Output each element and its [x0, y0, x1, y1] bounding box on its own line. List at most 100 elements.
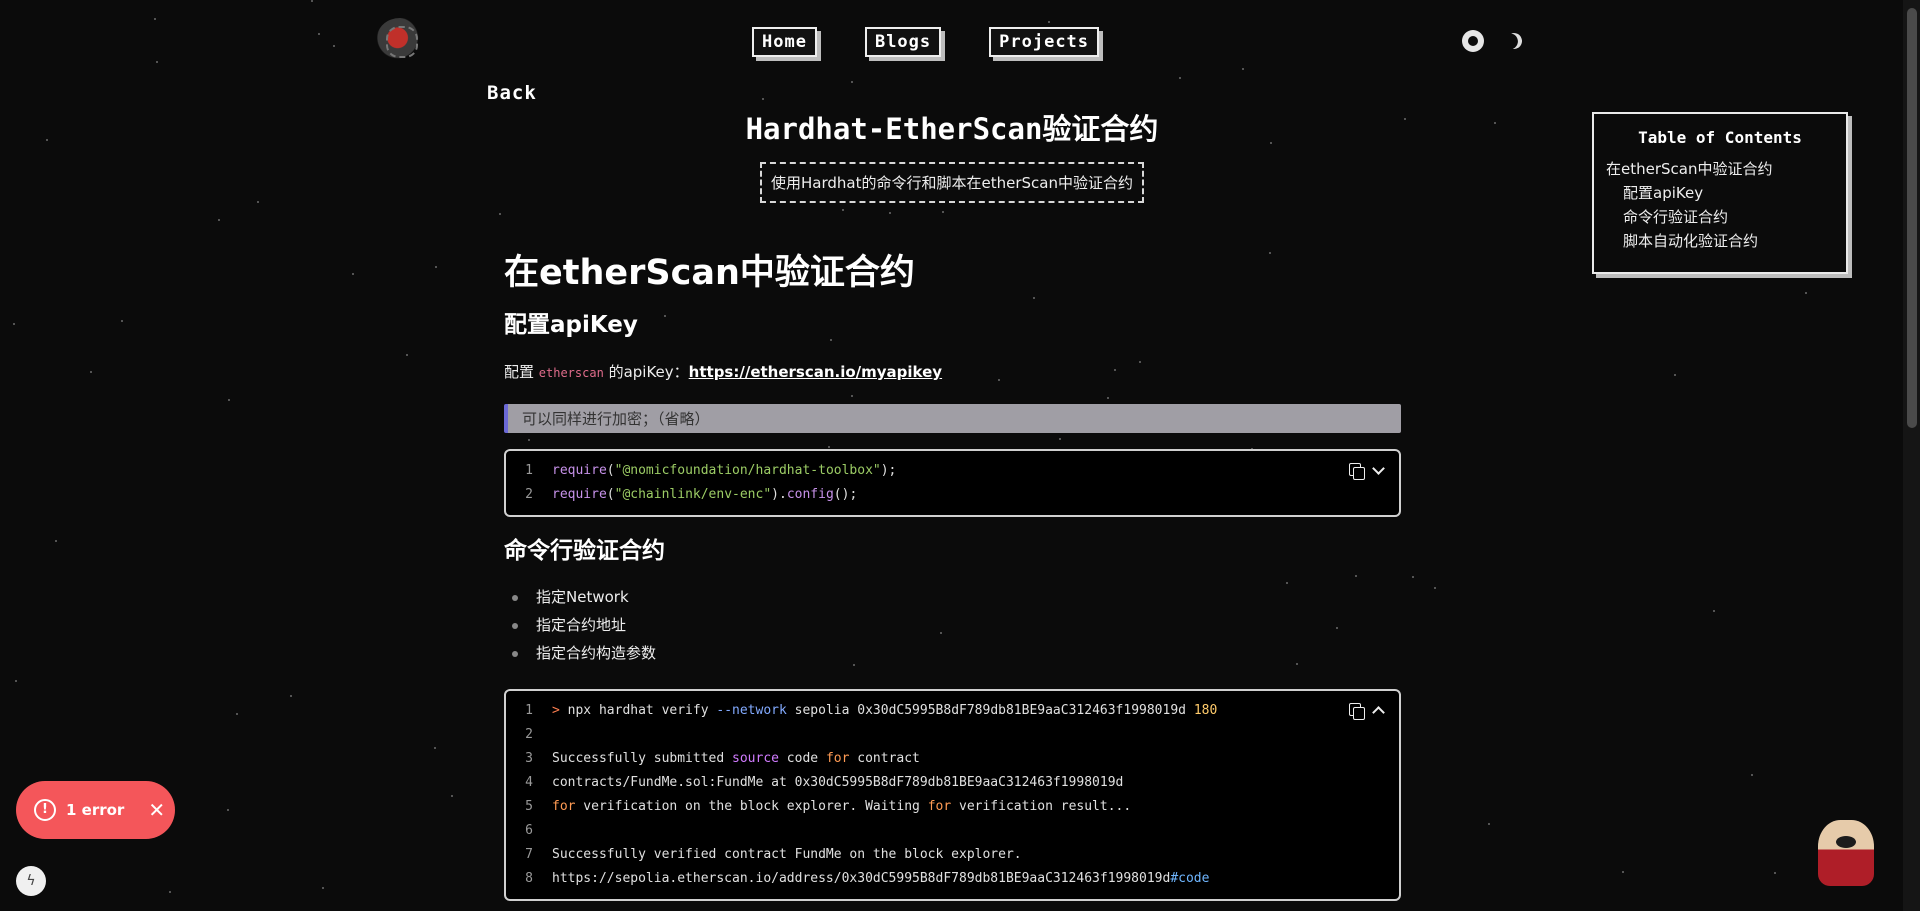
- line-number: 6: [525, 823, 533, 838]
- error-icon: !: [34, 799, 56, 821]
- list-item: 指定Network: [504, 583, 1401, 611]
- star: [352, 273, 354, 275]
- section-heading-apikey: 配置apiKey: [504, 312, 638, 338]
- copy-icon[interactable]: [1349, 463, 1365, 480]
- star: [842, 209, 844, 211]
- star: [1404, 118, 1406, 120]
- star: [55, 540, 57, 542]
- star: [290, 695, 292, 697]
- code-block-verify: 1 > npx hardhat verify --network sepolia …: [504, 689, 1401, 901]
- list-item: 指定合约地址: [504, 611, 1401, 639]
- code-block-require: 1 require("@nomicfoundation/hardhat-toolb…: [504, 449, 1401, 517]
- star: [218, 219, 220, 221]
- code-line: 1 require("@nomicfoundation/hardhat-toolb…: [506, 459, 1399, 483]
- para-prefix: 配置: [504, 363, 539, 381]
- list-item: 指定合约构造参数: [504, 639, 1401, 667]
- bullet-list: 指定Network 指定合约地址 指定合约构造参数: [504, 583, 1401, 667]
- bolt-icon[interactable]: ϟ: [16, 866, 46, 896]
- copy-icon[interactable]: [1349, 703, 1365, 720]
- line-number: 2: [525, 727, 533, 742]
- error-label: 1 error: [66, 801, 125, 819]
- star: [1488, 823, 1490, 825]
- code-actions: [1349, 462, 1385, 480]
- line-number: 8: [525, 871, 533, 886]
- article: 在etherScan中验证合约 配置apiKey 配置 etherscan 的a…: [504, 244, 1401, 901]
- article-heading: 在etherScan中验证合约: [504, 253, 915, 293]
- scrollbar-thumb[interactable]: [1907, 8, 1917, 428]
- inline-code: etherscan: [538, 366, 604, 380]
- star: [236, 713, 238, 715]
- line-number: 1: [525, 703, 533, 718]
- title-block: Hardhat-EtherScan验证合约 使用Hardhat的命令行和脚本在e…: [504, 106, 1400, 203]
- star: [1622, 871, 1624, 873]
- star: [434, 747, 436, 749]
- code-actions: [1349, 703, 1385, 720]
- star: [1805, 292, 1807, 294]
- star: [311, 0, 313, 2]
- toc-title: Table of Contents: [1638, 128, 1802, 147]
- star: [1412, 576, 1414, 578]
- chevron-up-icon[interactable]: [1372, 706, 1385, 719]
- star: [499, 213, 501, 215]
- page-subtitle: 使用Hardhat的命令行和脚本在etherScan中验证合约: [760, 162, 1144, 203]
- back-link[interactable]: Back: [487, 82, 537, 104]
- star: [15, 680, 17, 682]
- star: [406, 354, 408, 356]
- star: [228, 399, 230, 401]
- nav-blogs-button[interactable]: Blogs: [864, 27, 942, 57]
- blockquote: 可以同样进行加密；（省略）: [504, 404, 1401, 433]
- error-toast[interactable]: ! 1 error ✕: [16, 781, 175, 839]
- star: [1774, 872, 1776, 874]
- code-line: 8 https://sepolia.etherscan.io/address/0x…: [506, 867, 1399, 891]
- code-line: 2: [506, 723, 1399, 747]
- header-icons: [1462, 30, 1522, 52]
- para-middle: 的apiKey：: [603, 363, 689, 381]
- code-line: 5 for verification on the block explorer.…: [506, 795, 1399, 819]
- toc-item-apikey[interactable]: 配置apiKey: [1606, 181, 1834, 205]
- star: [154, 18, 156, 20]
- star: [13, 323, 15, 325]
- star: [227, 809, 229, 811]
- nav-projects-button[interactable]: Projects: [989, 27, 1100, 57]
- mascot-image: [1818, 820, 1874, 886]
- star: [121, 320, 123, 322]
- main-nav: Home Blogs Projects: [752, 27, 1100, 57]
- star: [942, 211, 944, 213]
- apikey-paragraph: 配置 etherscan 的apiKey：https://etherscan.i…: [504, 361, 1401, 382]
- code-line: 6: [506, 819, 1399, 843]
- star: [1751, 774, 1753, 776]
- star: [889, 212, 891, 214]
- line-number: 2: [525, 487, 533, 502]
- star: [46, 139, 48, 141]
- line-number: 4: [525, 775, 533, 790]
- table-of-contents: Table of Contents 在etherScan中验证合约 配置apiK…: [1592, 112, 1848, 274]
- page-title: Hardhat-EtherScan验证合约: [745, 112, 1159, 146]
- chevron-down-icon[interactable]: [1372, 462, 1385, 475]
- toc-item-script[interactable]: 脚本自动化验证合约: [1606, 229, 1834, 253]
- nav-home-button[interactable]: Home: [752, 27, 817, 57]
- star: [1494, 122, 1496, 124]
- star: [156, 61, 158, 63]
- avatar[interactable]: [376, 18, 424, 62]
- star: [169, 891, 171, 893]
- etherscan-link[interactable]: https://etherscan.io/myapikey: [689, 363, 942, 381]
- github-icon[interactable]: [1462, 30, 1484, 52]
- toc-item-verify[interactable]: 在etherScan中验证合约: [1606, 157, 1834, 181]
- star: [1179, 77, 1181, 79]
- moon-icon[interactable]: [1504, 31, 1525, 52]
- close-icon[interactable]: ✕: [148, 798, 165, 822]
- star: [435, 266, 437, 268]
- star: [322, 887, 324, 889]
- star: [257, 201, 259, 203]
- star: [318, 33, 320, 35]
- line-number: 5: [525, 799, 533, 814]
- star: [762, 98, 764, 100]
- scrollbar[interactable]: [1903, 0, 1920, 911]
- star: [1713, 610, 1715, 612]
- star: [333, 45, 335, 47]
- star: [451, 795, 453, 797]
- code-line: 2 require("@chainlink/env-enc").config();: [506, 483, 1399, 507]
- star: [1048, 21, 1050, 23]
- code-line: 1 > npx hardhat verify --network sepolia …: [506, 699, 1399, 723]
- toc-item-cli[interactable]: 命令行验证合约: [1606, 205, 1834, 229]
